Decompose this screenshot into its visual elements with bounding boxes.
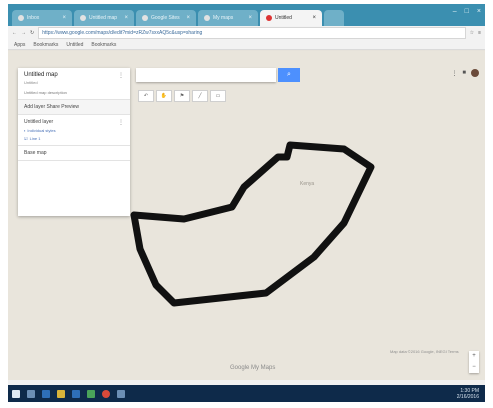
paint-icon: ▪ (24, 128, 26, 133)
bell-icon[interactable]: ■ (462, 70, 466, 76)
tab-5-active[interactable]: Untitled × (260, 10, 322, 26)
url-field[interactable]: https://www.google.com/maps/d/edit?mid=z… (38, 27, 466, 39)
map-subtitle: Untitled (24, 80, 38, 85)
star-icon[interactable]: ☆ (470, 30, 474, 36)
undo-icon[interactable]: ↶ (138, 90, 154, 102)
tab-bar: Inbox × Untitled map × Google Sites × My ma… (8, 4, 485, 26)
tab-1[interactable]: Inbox × (12, 10, 72, 26)
tab-label: Untitled map (89, 15, 118, 21)
tab-3[interactable]: Google Sites × (136, 10, 196, 26)
checkbox-icon: ☑ (24, 136, 28, 141)
minimize-icon[interactable]: – (453, 8, 457, 15)
map-title[interactable]: Untitled map (24, 72, 124, 78)
bookmark-item[interactable]: Bookmarks (91, 42, 116, 48)
close-window-icon[interactable]: × (477, 8, 481, 15)
base-map-section[interactable]: Base map (18, 146, 130, 161)
polygon-outline[interactable] (130, 141, 375, 307)
layer-options-icon[interactable]: ⋮ (118, 119, 124, 126)
layer-name[interactable]: Untitled layer (24, 119, 124, 125)
bookmark-item[interactable]: Untitled (66, 42, 83, 48)
panel-actions[interactable]: Add layer Share Preview (18, 100, 130, 115)
close-icon[interactable]: × (186, 10, 190, 26)
map-sidebar-panel: Untitled map Untitled Untitled map descr… (18, 68, 130, 216)
forward-icon[interactable]: → (21, 30, 26, 36)
layer-style-item[interactable]: ▪ Individual styles (24, 128, 124, 133)
favicon (80, 15, 86, 21)
zoom-controls: + − (469, 351, 479, 373)
close-icon[interactable]: × (248, 10, 252, 26)
menu-icon[interactable]: ≡ (478, 30, 481, 36)
bookmarks-bar: Apps Bookmarks Untitled Bookmarks (8, 40, 485, 50)
maximize-icon[interactable]: □ (465, 8, 469, 15)
search-input[interactable] (136, 68, 276, 82)
tab-label: Inbox (27, 15, 40, 21)
account-controls: ⋮ ■ (451, 69, 479, 77)
map-attribution: Map data ©2016 Google, INEGI Terms (390, 349, 459, 354)
app-icon[interactable] (117, 389, 125, 398)
new-tab-button[interactable] (324, 10, 344, 26)
map-canvas[interactable]: Untitled map Untitled Untitled map descr… (8, 51, 485, 385)
taskbar: 1:30 PM 2/16/2016 (8, 385, 485, 402)
tab-label: My maps (213, 15, 234, 21)
clock-time: 1:30 PM (460, 387, 479, 394)
google-logo: Google My Maps (230, 365, 276, 371)
layer-item-label: Line 1 (29, 136, 41, 141)
task-view-icon[interactable] (42, 389, 50, 398)
close-icon[interactable]: × (312, 10, 316, 26)
tab-2[interactable]: Untitled map × (74, 10, 134, 26)
screen: Inbox × Untitled map × Google Sites × My ma… (8, 4, 485, 402)
clock-date: 2/16/2016 (456, 393, 479, 400)
drawing-toolbar: ↶ ✋ ⚑ ╱ ▭ (138, 90, 226, 102)
layer-section: Untitled layer ▪ Individual styles ☑ Line … (18, 115, 130, 146)
marker-icon[interactable]: ⚑ (174, 90, 190, 102)
close-icon[interactable]: × (62, 10, 66, 26)
map-description[interactable]: Untitled map description (24, 90, 124, 95)
avatar[interactable] (471, 69, 479, 77)
map-place-label: Kenya (300, 181, 315, 187)
folder-icon[interactable] (57, 389, 65, 398)
ruler-icon[interactable]: ▭ (210, 90, 226, 102)
store-icon[interactable] (72, 389, 80, 398)
search-icon: ⌕ (287, 71, 291, 78)
favicon (18, 15, 24, 21)
back-icon[interactable]: ← (12, 30, 17, 36)
more-options-icon[interactable]: ⋮ (118, 72, 124, 79)
layer-item-label: Individual styles (27, 128, 56, 133)
address-bar: ← → ↻ https://www.google.com/maps/d/edit… (8, 26, 485, 40)
favicon (266, 15, 272, 21)
window-controls: – □ × (453, 8, 481, 15)
map-info-section: Untitled map Untitled Untitled map descr… (18, 68, 130, 100)
bookmark-item[interactable]: Apps (14, 42, 25, 48)
search-icon[interactable] (27, 389, 35, 398)
layer-feature-item[interactable]: ☑ Line 1 (24, 136, 124, 141)
tab-label: Untitled (275, 15, 292, 21)
close-icon[interactable]: × (124, 10, 128, 26)
tab-label: Google Sites (151, 15, 180, 21)
app-icon[interactable] (87, 389, 95, 398)
tab-4[interactable]: My maps × (198, 10, 258, 26)
system-tray[interactable]: 1:30 PM 2/16/2016 (457, 388, 479, 400)
chrome-icon[interactable] (102, 389, 110, 398)
apps-icon[interactable]: ⋮ (451, 70, 457, 77)
line-icon[interactable]: ╱ (192, 90, 208, 102)
zoom-in-button[interactable]: + (469, 351, 479, 362)
bookmark-item[interactable]: Bookmarks (33, 42, 58, 48)
zoom-out-button[interactable]: − (469, 362, 479, 373)
search-button[interactable]: ⌕ (278, 68, 300, 82)
hand-icon[interactable]: ✋ (156, 90, 172, 102)
favicon (204, 15, 210, 21)
favicon (142, 15, 148, 21)
reload-icon[interactable]: ↻ (30, 30, 34, 36)
start-icon[interactable] (12, 389, 20, 398)
